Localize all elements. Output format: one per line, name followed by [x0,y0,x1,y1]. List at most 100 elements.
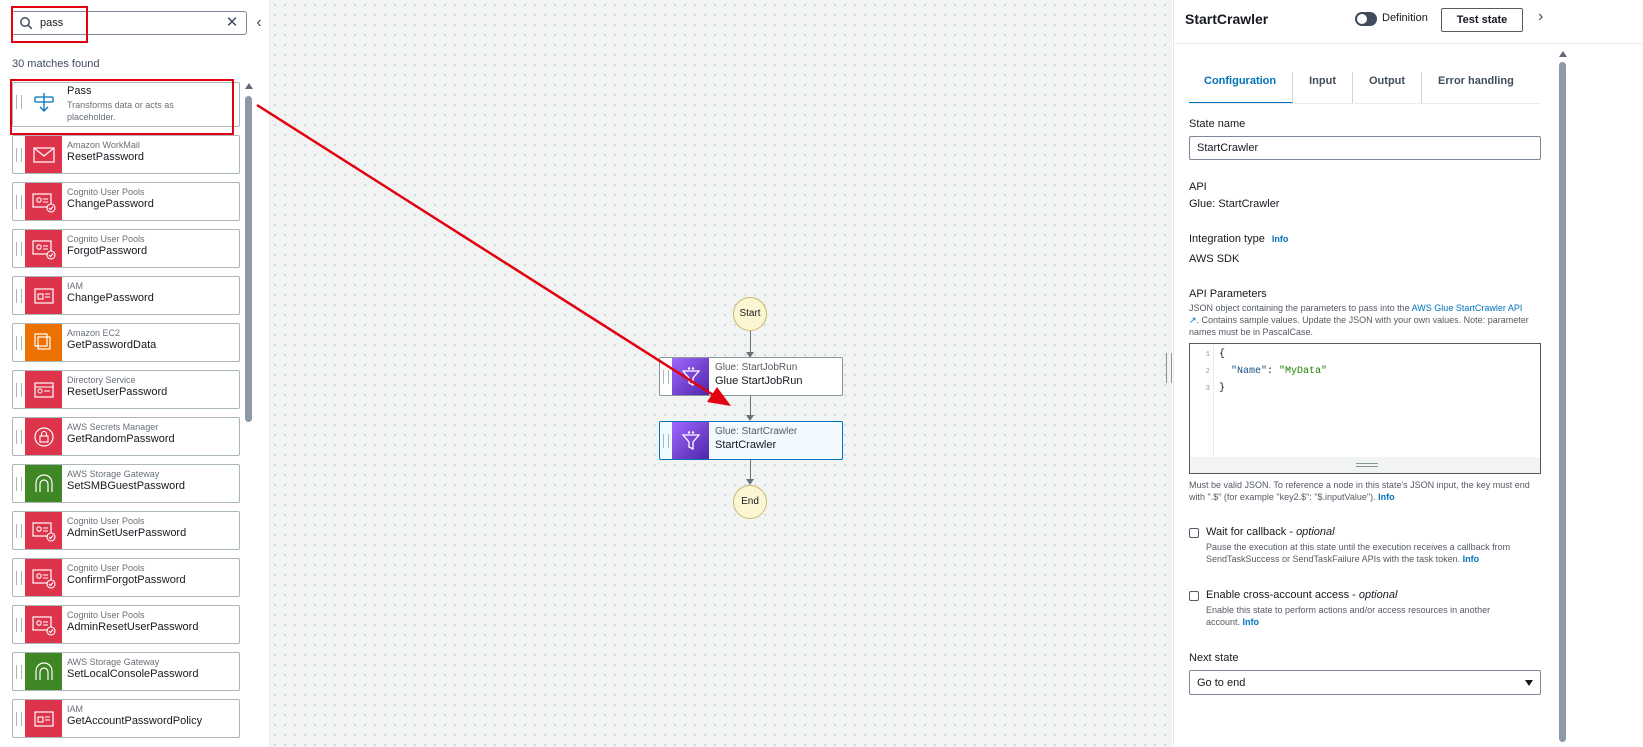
item-service: Directory Service [67,375,136,385]
tab-configuration[interactable]: Configuration [1189,72,1294,104]
glue-icon [672,422,709,459]
desc-text: . Contains sample values. Update the JSO… [1189,315,1529,337]
state-glue-startcrawler[interactable]: Glue: StartCrawler StartCrawler [659,421,843,460]
test-state-button[interactable]: Test state [1441,8,1523,32]
end-node[interactable]: End [733,485,767,519]
scroll-up-arrow[interactable] [245,83,253,89]
item-service: AWS Storage Gateway [67,657,160,667]
integration-info-link[interactable]: Info [1272,234,1289,244]
panel-resize-handle[interactable] [1166,353,1172,383]
hint-text: Must be valid JSON. To reference a node … [1189,480,1530,502]
drag-handle[interactable] [663,434,669,448]
drag-handle[interactable] [16,430,22,444]
states-list: Transforms data or acts as placeholder. P… [12,82,240,746]
state-list-item[interactable]: Amazon EC2 GetPasswordData [12,323,240,362]
inspector-header: StartCrawler Definition Test state › [1174,0,1643,44]
state-list-item[interactable]: Directory Service ResetUserPassword [12,370,240,409]
tab-input[interactable]: Input [1293,72,1353,104]
item-action: ForgotPassword [67,245,148,257]
state-glue-startjobrun[interactable]: Glue: StartJobRun Glue StartJobRun [659,357,843,396]
drag-handle[interactable] [16,289,22,303]
cross-info-link[interactable]: Info [1243,617,1260,627]
definition-toggle[interactable] [1355,12,1377,26]
code-line: "Name": "MyData" [1231,366,1328,377]
drag-handle[interactable] [16,477,22,491]
drag-handle[interactable] [16,524,22,538]
next-state-select[interactable]: Go to end [1189,670,1541,695]
edge-state2-to-end [750,460,751,480]
item-service: AWS Secrets Manager [67,422,159,432]
ec2-icon [25,324,62,361]
json-editor[interactable]: 1 2 3 { "Name": "MyData" } [1189,343,1541,459]
drag-handle[interactable] [16,712,22,726]
item-action: GetPasswordData [67,339,157,351]
state-name-input[interactable]: StartCrawler [1189,136,1541,160]
wait-info-link[interactable]: Info [1463,554,1480,564]
list-scrollbar[interactable] [245,96,252,422]
start-node[interactable]: Start [733,297,767,331]
collapse-panel-icon[interactable]: ‹ [252,13,266,33]
state-list-item[interactable]: AWS Secrets Manager GetRandomPassword [12,417,240,456]
item-service: Amazon EC2 [67,328,121,338]
clear-search-icon[interactable]: ✕ [224,15,240,31]
workflow-studio: ✕ ‹ 30 matches found Transforms data or … [0,0,1643,747]
item-service: Cognito User Pools [67,610,145,620]
tab-output[interactable]: Output [1353,72,1423,104]
item-action: AdminResetUserPassword [67,621,199,633]
api-value: Glue: StartCrawler [1189,198,1280,210]
drag-handle[interactable] [16,665,22,679]
state-service: Glue: StartJobRun [715,362,798,373]
wait-for-callback-label[interactable]: Wait for callback - optional [1206,526,1335,538]
state-list-item[interactable]: Cognito User Pools AdminSetUserPassword [12,511,240,550]
drag-handle[interactable] [16,242,22,256]
state-name: Glue StartJobRun [715,375,803,387]
inspector-scrollbar[interactable] [1559,62,1566,742]
drag-handle[interactable] [16,618,22,632]
drag-handle[interactable] [16,336,22,350]
item-service: IAM [67,704,84,714]
collapse-inspector-icon[interactable]: › [1538,8,1543,26]
cross-account-description: Enable this state to perform actions and… [1206,604,1506,628]
json-info-link[interactable]: Info [1378,492,1395,502]
state-list-item[interactable]: Cognito User Pools AdminResetUserPassword [12,605,240,644]
state-list-item[interactable]: Cognito User Pools ConfirmForgotPassword [12,558,240,597]
cross-account-checkbox[interactable] [1189,591,1199,601]
state-list-item[interactable]: AWS Storage Gateway SetSMBGuestPassword [12,464,240,503]
item-action: ResetUserPassword [67,386,168,398]
state-list-item[interactable]: AWS Storage Gateway SetLocalConsolePasswo… [12,652,240,691]
item-action: SetSMBGuestPassword [67,480,185,492]
scroll-up-arrow[interactable] [1559,51,1567,57]
secrets-icon [25,418,62,455]
wait-for-callback-checkbox[interactable] [1189,528,1199,538]
storage-gateway-icon [25,465,62,502]
drag-handle[interactable] [663,370,669,384]
tab-error-handling[interactable]: Error handling [1422,72,1530,104]
external-link-icon: ↗ [1189,315,1197,325]
item-service: AWS Storage Gateway [67,469,160,479]
item-action: ChangePassword [67,292,154,304]
drag-handle[interactable] [16,383,22,397]
optional-text: optional [1358,589,1398,601]
grip-line [1356,463,1378,464]
cross-account-label[interactable]: Enable cross-account access - optional [1206,589,1397,601]
mail-icon [25,136,62,173]
item-action: ResetPassword [67,151,145,163]
editor-resize-handle[interactable] [1189,457,1541,474]
state-list-item[interactable]: IAM GetAccountPasswordPolicy [12,699,240,738]
item-service: Amazon WorkMail [67,140,140,150]
drag-handle[interactable] [16,571,22,585]
cross-label-text: Enable cross-account access - [1206,589,1359,601]
code-line: { [1219,349,1226,360]
drag-handle[interactable] [16,195,22,209]
state-list-item[interactable]: Amazon WorkMail ResetPassword [12,135,240,174]
item-action: GetRandomPassword [67,433,175,445]
state-list-item[interactable]: Cognito User Pools ForgotPassword [12,229,240,268]
desc-text: JSON object containing the parameters to… [1189,303,1412,313]
state-list-item[interactable]: IAM ChangePassword [12,276,240,315]
cognito-icon [25,230,62,267]
cognito-icon [25,559,62,596]
glue-api-docs-link[interactable]: AWS Glue StartCrawler API [1412,303,1523,313]
drag-handle[interactable] [16,148,22,162]
item-action: ConfirmForgotPassword [67,574,186,586]
state-list-item[interactable]: Cognito User Pools ChangePassword [12,182,240,221]
